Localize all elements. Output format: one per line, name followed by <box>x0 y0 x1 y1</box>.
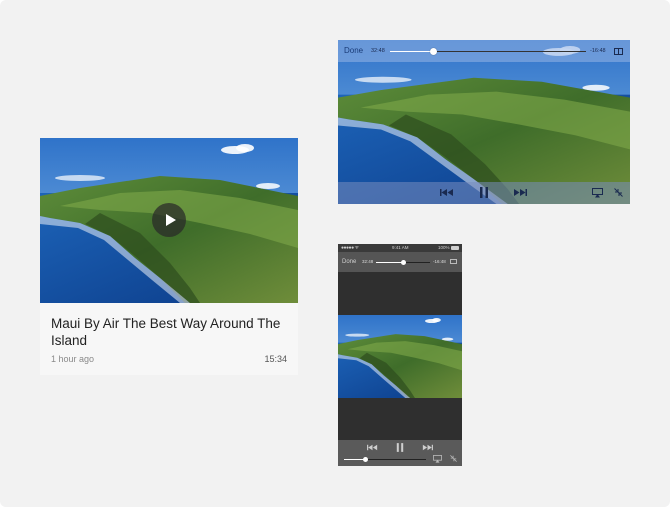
done-button[interactable]: Done <box>342 259 356 265</box>
portrait-bottom-bar <box>338 440 462 466</box>
scrubber-progress <box>376 262 403 263</box>
video-title[interactable]: Maui By Air The Best Way Around The Isla… <box>51 315 281 349</box>
scrubber-track[interactable] <box>390 48 586 55</box>
pause-icon[interactable] <box>396 443 404 454</box>
landscape-bottom-bar <box>338 182 630 204</box>
scrubber-handle[interactable] <box>400 260 406 265</box>
elapsed-time: 32:48 <box>371 48 385 54</box>
next-icon[interactable] <box>513 188 527 197</box>
portrait-player: ●●●●● ᯤ 9:41 AM 100% Done 32:48 -16:48 <box>338 244 462 466</box>
landscape-top-bar: Done 32:48 -16:48 <box>338 40 630 62</box>
scrubber-progress <box>390 51 433 52</box>
scrubber-handle[interactable] <box>429 48 437 55</box>
previous-icon[interactable] <box>440 188 454 197</box>
exit-fullscreen-icon[interactable] <box>614 188 623 197</box>
play-icon <box>165 214 176 226</box>
canvas-background: Maui By Air The Best Way Around The Isla… <box>0 0 670 507</box>
status-time: 9:41 AM <box>392 245 409 250</box>
remaining-time: -16:48 <box>590 48 606 54</box>
volume-slider[interactable] <box>344 457 426 462</box>
video-posted-time: 1 hour ago <box>51 354 95 364</box>
airplay-icon[interactable] <box>592 188 603 198</box>
play-button[interactable] <box>152 203 186 237</box>
volume-handle[interactable] <box>362 457 368 462</box>
landscape-player: Done 32:48 -16:48 <box>338 40 630 204</box>
landscape-video-frame[interactable] <box>338 40 630 204</box>
remaining-time: -16:48 <box>433 259 446 264</box>
status-bar: ●●●●● ᯤ 9:41 AM 100% <box>338 244 462 252</box>
pause-icon[interactable] <box>479 187 489 198</box>
volume-level <box>344 459 365 460</box>
battery-percent: 100% <box>438 245 450 250</box>
aspect-icon[interactable] <box>450 259 457 264</box>
scrubber-track[interactable] <box>376 260 430 265</box>
battery-icon <box>451 246 459 250</box>
exit-fullscreen-icon[interactable] <box>450 455 457 464</box>
aspect-icon[interactable] <box>614 48 623 55</box>
previous-icon[interactable] <box>367 444 378 453</box>
signal-icon: ●●●●● ᯤ <box>341 245 359 251</box>
video-duration: 15:34 <box>264 354 287 364</box>
portrait-video-frame[interactable] <box>338 315 462 398</box>
card-body: Maui By Air The Best Way Around The Isla… <box>40 303 298 375</box>
next-icon[interactable] <box>422 444 433 453</box>
airplay-icon[interactable] <box>433 455 442 465</box>
done-button[interactable]: Done <box>344 46 363 55</box>
elapsed-time: 32:48 <box>362 259 374 264</box>
video-card[interactable]: Maui By Air The Best Way Around The Isla… <box>40 138 298 375</box>
portrait-top-bar: Done 32:48 -16:48 <box>338 252 462 272</box>
